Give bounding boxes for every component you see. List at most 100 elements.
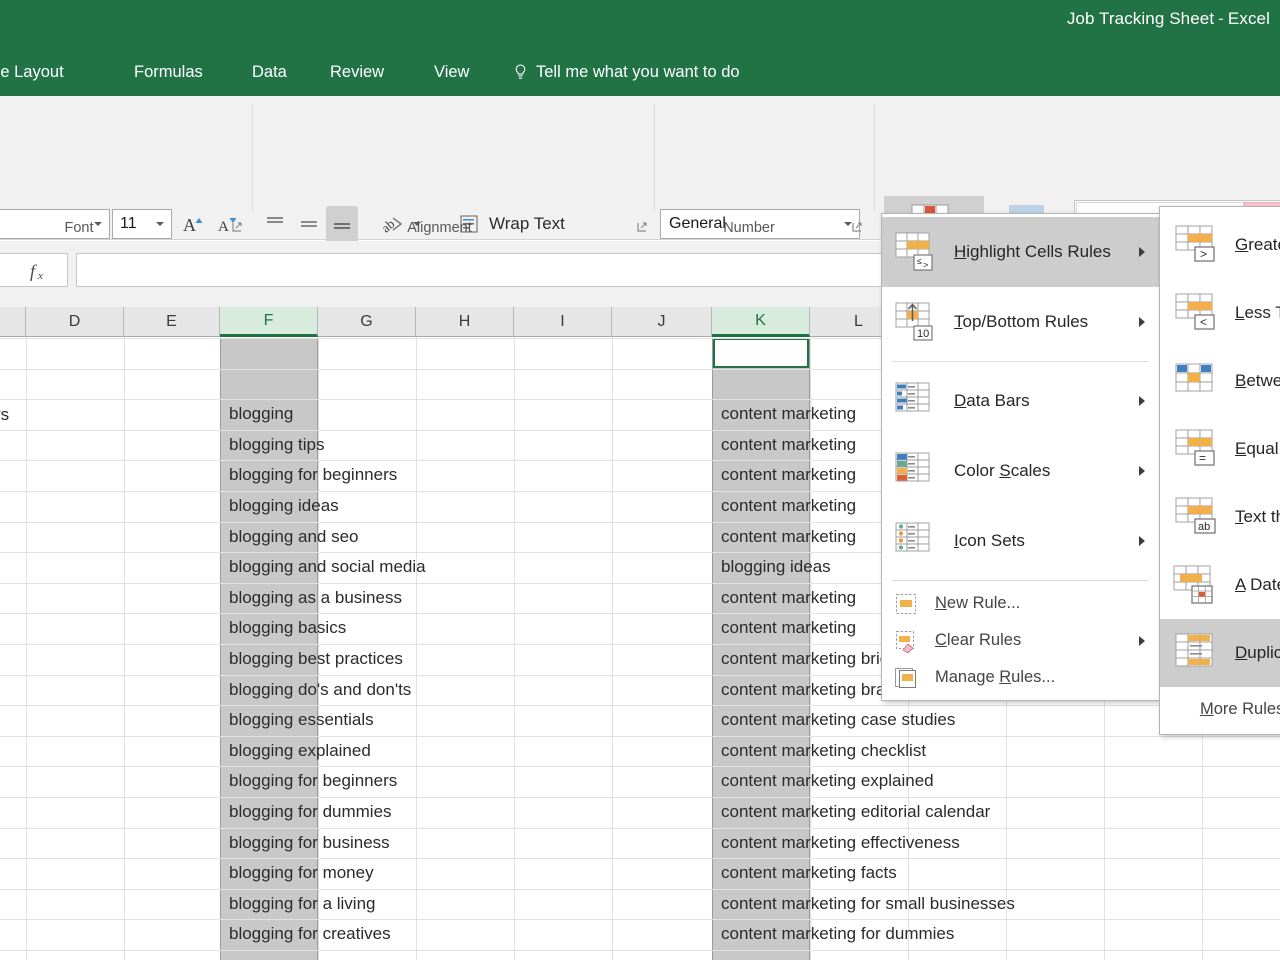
chevron-down-icon[interactable] (156, 222, 164, 226)
tab-label: View (434, 62, 470, 81)
submenu-item-label: A Date Occurring... (1235, 575, 1280, 594)
selection-border-F-left (220, 338, 221, 960)
cell-K8[interactable]: blogging ideas (716, 552, 831, 583)
column-header-E[interactable]: E (124, 307, 220, 337)
cell-K17[interactable]: content marketing effectiveness (716, 828, 960, 859)
cell-F11[interactable]: blogging best practices (224, 644, 403, 675)
cell-F19[interactable]: blogging for a living (224, 889, 375, 920)
highlight-cells-rules-submenu: > Greater Than... < Less Than... (1159, 206, 1280, 735)
cell-K4[interactable]: content marketing (716, 430, 856, 461)
column-header-I[interactable]: I (514, 307, 612, 337)
cell-F18[interactable]: blogging for money (224, 858, 374, 889)
cell-K10[interactable]: content marketing (716, 613, 856, 644)
chevron-right-icon (1139, 396, 1145, 406)
svg-text:f: f (30, 261, 38, 281)
menu-item-top-bottom-rules[interactable]: 10 Top/Bottom Rules (882, 287, 1159, 357)
column-header-D[interactable]: D (26, 307, 124, 337)
submenu-item-text-that-contains[interactable]: ab Text that Contains... (1160, 483, 1280, 551)
tab-page-layout[interactable]: age Layout (0, 48, 64, 96)
number-dialog-launcher[interactable] (852, 222, 864, 234)
submenu-item-greater-than[interactable]: > Greater Than... (1160, 211, 1280, 279)
cell-K20[interactable]: content marketing for dummies (716, 919, 954, 950)
cell-F12[interactable]: blogging do's and don'ts (224, 675, 411, 706)
title-bar: Job Tracking Sheet - Excel (0, 0, 1280, 48)
title-separator: - (1218, 9, 1224, 28)
cell-C3[interactable]: rs (0, 400, 24, 430)
alignment-dialog-launcher[interactable] (637, 222, 649, 234)
grid-line-horizontal (0, 736, 1280, 737)
tab-view[interactable]: View (434, 48, 469, 96)
conditional-formatting-menu: ≤ > Highlight Cells Rules 10 Top/Bottom … (881, 213, 1160, 701)
menu-item-highlight-cells-rules[interactable]: ≤ > Highlight Cells Rules (882, 217, 1159, 287)
svg-text:≤: ≤ (917, 256, 922, 266)
menu-item-clear-rules[interactable]: Clear Rules (882, 622, 1159, 659)
align-middle-button[interactable] (294, 210, 324, 238)
align-bottom-button[interactable] (326, 206, 358, 242)
document-name: Job Tracking Sheet (1066, 9, 1215, 28)
cell-F16[interactable]: blogging for dummies (224, 797, 392, 828)
cell-F17[interactable]: blogging for business (224, 828, 390, 859)
active-cell-K1[interactable] (713, 338, 809, 368)
submenu-item-a-date-occurring[interactable]: A Date Occurring... (1160, 551, 1280, 619)
menu-item-new-rule[interactable]: New Rule... (882, 585, 1159, 622)
cell-F7[interactable]: blogging and seo (224, 522, 359, 553)
cell-F14[interactable]: blogging explained (224, 736, 371, 767)
cell-F3[interactable]: blogging (224, 399, 293, 430)
color-scales-icon (895, 452, 930, 482)
cell-F9[interactable]: blogging as a business (224, 583, 402, 614)
menu-item-color-scales[interactable]: Color Scales (882, 436, 1159, 506)
submenu-item-duplicate-values[interactable]: Duplicate Values... (1160, 619, 1280, 687)
cell-F10[interactable]: blogging basics (224, 613, 346, 644)
grid-line-horizontal (0, 889, 1280, 890)
cell-K18[interactable]: content marketing facts (716, 858, 897, 889)
cell-F4[interactable]: blogging tips (224, 430, 324, 461)
cell-K14[interactable]: content marketing checklist (716, 736, 926, 767)
tab-data[interactable]: Data (252, 48, 287, 96)
group-divider (252, 104, 253, 212)
cell-K5[interactable]: content marketing (716, 460, 856, 491)
cell-K7[interactable]: content marketing (716, 522, 856, 553)
insert-function-icon[interactable]: f x (30, 260, 46, 288)
tab-formulas[interactable]: Formulas (134, 48, 203, 96)
cell-F6[interactable]: blogging ideas (224, 491, 339, 522)
submenu-item-label: Equal To... (1235, 439, 1280, 458)
cell-K15[interactable]: content marketing explained (716, 766, 934, 797)
cell-K19[interactable]: content marketing for small businesses (716, 889, 1015, 920)
cell-F8[interactable]: blogging and social media (224, 552, 426, 583)
column-header-G[interactable]: G (318, 307, 416, 337)
column-header-corner[interactable] (0, 307, 26, 337)
cell-F13[interactable]: blogging essentials (224, 705, 374, 736)
cell-K6[interactable]: content marketing (716, 491, 856, 522)
cell-F15[interactable]: blogging for beginners (224, 766, 397, 797)
menu-item-label: Icon Sets (954, 531, 1025, 550)
tab-review[interactable]: Review (330, 48, 384, 96)
submenu-item-more-rules[interactable]: More Rules... (1160, 687, 1280, 731)
cell-K9[interactable]: content marketing (716, 583, 856, 614)
cell-K11[interactable]: content marketing brief (716, 644, 894, 675)
submenu-item-less-than[interactable]: < Less Than... (1160, 279, 1280, 347)
selection-border-K-left (712, 338, 713, 960)
tell-me-box[interactable]: Tell me what you want to do (514, 48, 740, 96)
submenu-item-between[interactable]: Between... (1160, 347, 1280, 415)
cell-K16[interactable]: content marketing editorial calendar (716, 797, 990, 828)
column-header-J[interactable]: J (612, 307, 712, 337)
column-header-F[interactable]: F (220, 307, 318, 337)
menu-item-manage-rules[interactable]: Manage Rules... (882, 659, 1159, 696)
cell-F5[interactable]: blogging for beginners (224, 460, 397, 491)
tab-label: Formulas (134, 62, 203, 81)
font-dialog-launcher[interactable] (232, 222, 244, 234)
tab-label: age Layout (0, 62, 64, 81)
cell-K13[interactable]: content marketing case studies (716, 705, 955, 736)
column-header-H[interactable]: H (416, 307, 514, 337)
cell-F20[interactable]: blogging for creatives (224, 919, 391, 950)
cell-K3[interactable]: content marketing (716, 399, 856, 430)
column-header-K[interactable]: K (712, 307, 810, 337)
menu-item-icon-sets[interactable]: Icon Sets (882, 506, 1159, 576)
svg-text:10: 10 (917, 328, 929, 340)
menu-item-data-bars[interactable]: Data Bars (882, 366, 1159, 436)
tab-label: Data (252, 62, 287, 81)
grow-font-button[interactable]: A (178, 209, 210, 239)
chevron-down-icon[interactable] (844, 222, 852, 226)
submenu-item-equal-to[interactable]: = Equal To... (1160, 415, 1280, 483)
align-top-button[interactable] (260, 210, 290, 238)
